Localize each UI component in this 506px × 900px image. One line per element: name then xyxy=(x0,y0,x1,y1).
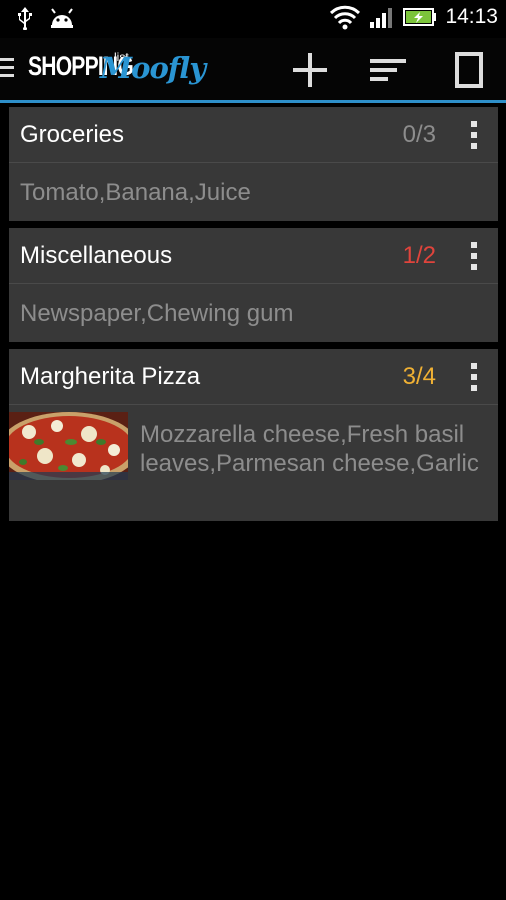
app-logo: SHOPPING list Moofly xyxy=(28,47,208,91)
list-title: Groceries xyxy=(20,121,125,148)
android-icon xyxy=(51,8,73,28)
list-progress: 0/3 xyxy=(402,121,436,148)
list-items-wrap: Mozzarella cheese,Fresh basil leaves,Par… xyxy=(140,420,490,478)
shopping-list-card[interactable]: Miscellaneous 1/2 Newspaper,Chewing gum xyxy=(9,228,498,342)
card-header: Groceries 0/3 xyxy=(9,107,498,163)
drawer-menu-icon[interactable] xyxy=(0,58,14,80)
overflow-menu-icon[interactable] xyxy=(470,121,478,151)
card-header: Margherita Pizza 3/4 xyxy=(9,349,498,405)
list-items-summary: Newspaper,Chewing gum xyxy=(9,284,498,328)
pizza-thumbnail xyxy=(9,412,128,480)
list-title: Miscellaneous xyxy=(20,242,173,269)
list-items-text: Tomato,Banana,Juice xyxy=(20,179,251,206)
list-progress: 1/2 xyxy=(402,242,436,269)
battery-charging-icon xyxy=(403,8,437,26)
list-items-summary: Tomato,Banana,Juice xyxy=(9,163,498,207)
shopping-list-card[interactable]: Margherita Pizza 3/4 Mozzarella cheese,F… xyxy=(9,349,498,521)
card-header: Miscellaneous 1/2 xyxy=(9,228,498,284)
signal-icon xyxy=(370,8,393,28)
add-icon[interactable] xyxy=(290,50,330,90)
shopping-list-card[interactable]: Groceries 0/3 Tomato,Banana,Juice xyxy=(9,107,498,221)
list-items-summary: Mozzarella cheese,Fresh basil leaves,Par… xyxy=(9,405,498,521)
overflow-menu-icon[interactable] xyxy=(470,242,478,272)
status-bar: 14:13 xyxy=(0,0,506,38)
list-items-text: Mozzarella cheese,Fresh basil leaves,Par… xyxy=(140,421,479,477)
clock: 14:13 xyxy=(445,5,498,28)
usb-icon xyxy=(18,7,32,30)
square-icon[interactable] xyxy=(449,50,489,90)
list-title: Margherita Pizza xyxy=(20,363,201,390)
action-bar-divider xyxy=(0,100,506,103)
logo-script-text: Moofly xyxy=(100,51,206,85)
list-items-text: Newspaper,Chewing gum xyxy=(20,300,294,327)
sort-icon[interactable] xyxy=(368,50,408,90)
overflow-menu-icon[interactable] xyxy=(470,363,478,393)
list-progress: 3/4 xyxy=(402,363,436,390)
wifi-icon xyxy=(330,5,361,30)
